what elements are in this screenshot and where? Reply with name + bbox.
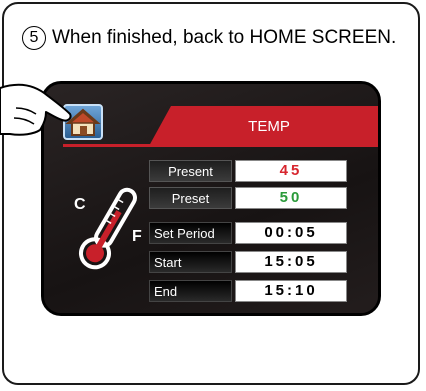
- thermometer-icon: C F: [74, 187, 142, 270]
- preset-value[interactable]: 50: [235, 187, 347, 209]
- instruction-step: 5 When finished, back to HOME SCREEN.: [22, 26, 396, 50]
- pointing-hand-icon: [0, 83, 72, 136]
- start-label: Start: [149, 251, 232, 273]
- celsius-letter: C: [74, 196, 86, 213]
- temp-tab[interactable]: [149, 106, 381, 146]
- step-number-badge: 5: [22, 26, 46, 50]
- start-value: 15:05: [235, 251, 347, 273]
- end-label: End: [149, 280, 232, 302]
- header-divider: [63, 144, 378, 147]
- fahrenheit-letter: F: [132, 228, 142, 245]
- end-value: 15:10: [235, 280, 347, 302]
- set-period-label: Set Period: [149, 222, 232, 244]
- set-period-value[interactable]: 00:05: [235, 222, 347, 244]
- present-label: Present: [149, 160, 232, 182]
- device-screen: TEMP Present 45 Preset 50 Set Period 00:…: [41, 81, 381, 316]
- present-value: 45: [235, 160, 347, 182]
- preset-label: Preset: [149, 187, 232, 209]
- instruction-text: When finished, back to HOME SCREEN.: [52, 27, 397, 48]
